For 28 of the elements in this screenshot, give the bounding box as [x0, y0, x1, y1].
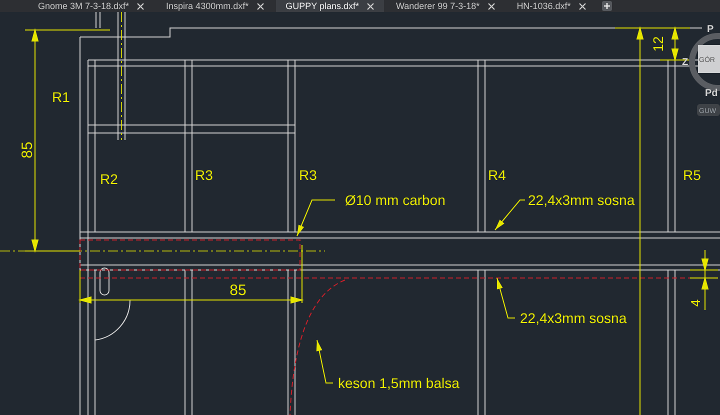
rib-label: R5 [683, 167, 701, 183]
callout-text: 22,4x3mm sosna [528, 192, 635, 208]
dimension-text: 85 [19, 142, 36, 158]
rib-label: R1 [52, 89, 70, 105]
rib-label: R3 [299, 167, 317, 183]
close-icon[interactable] [256, 2, 264, 10]
rib-label: R2 [100, 171, 118, 187]
leader-line [496, 278, 516, 318]
close-icon[interactable] [366, 2, 374, 10]
compass-label: Pd [705, 88, 718, 99]
dimension-text: 4 [688, 299, 703, 307]
rib-label: R3 [195, 167, 213, 183]
dimension-text: 12 [650, 36, 666, 52]
file-tab[interactable]: GUPPY plans.dxf* [276, 0, 384, 12]
leader-line [316, 340, 334, 384]
close-icon[interactable] [137, 2, 144, 10]
compass-label: P [707, 24, 714, 35]
callout-text: Ø10 mm carbon [345, 192, 446, 208]
callout-text: 22,4x3mm sosna [520, 310, 627, 326]
dimension-text: 85 [230, 282, 246, 299]
add-tab-icon[interactable] [602, 1, 612, 11]
close-icon[interactable] [578, 2, 586, 10]
leader-line [296, 200, 336, 236]
close-icon[interactable] [488, 2, 495, 10]
callout-text: keson 1,5mm balsa [338, 375, 460, 391]
compass-label: Z [682, 57, 688, 68]
leader-line [494, 200, 526, 230]
rib-label: R4 [488, 167, 506, 183]
